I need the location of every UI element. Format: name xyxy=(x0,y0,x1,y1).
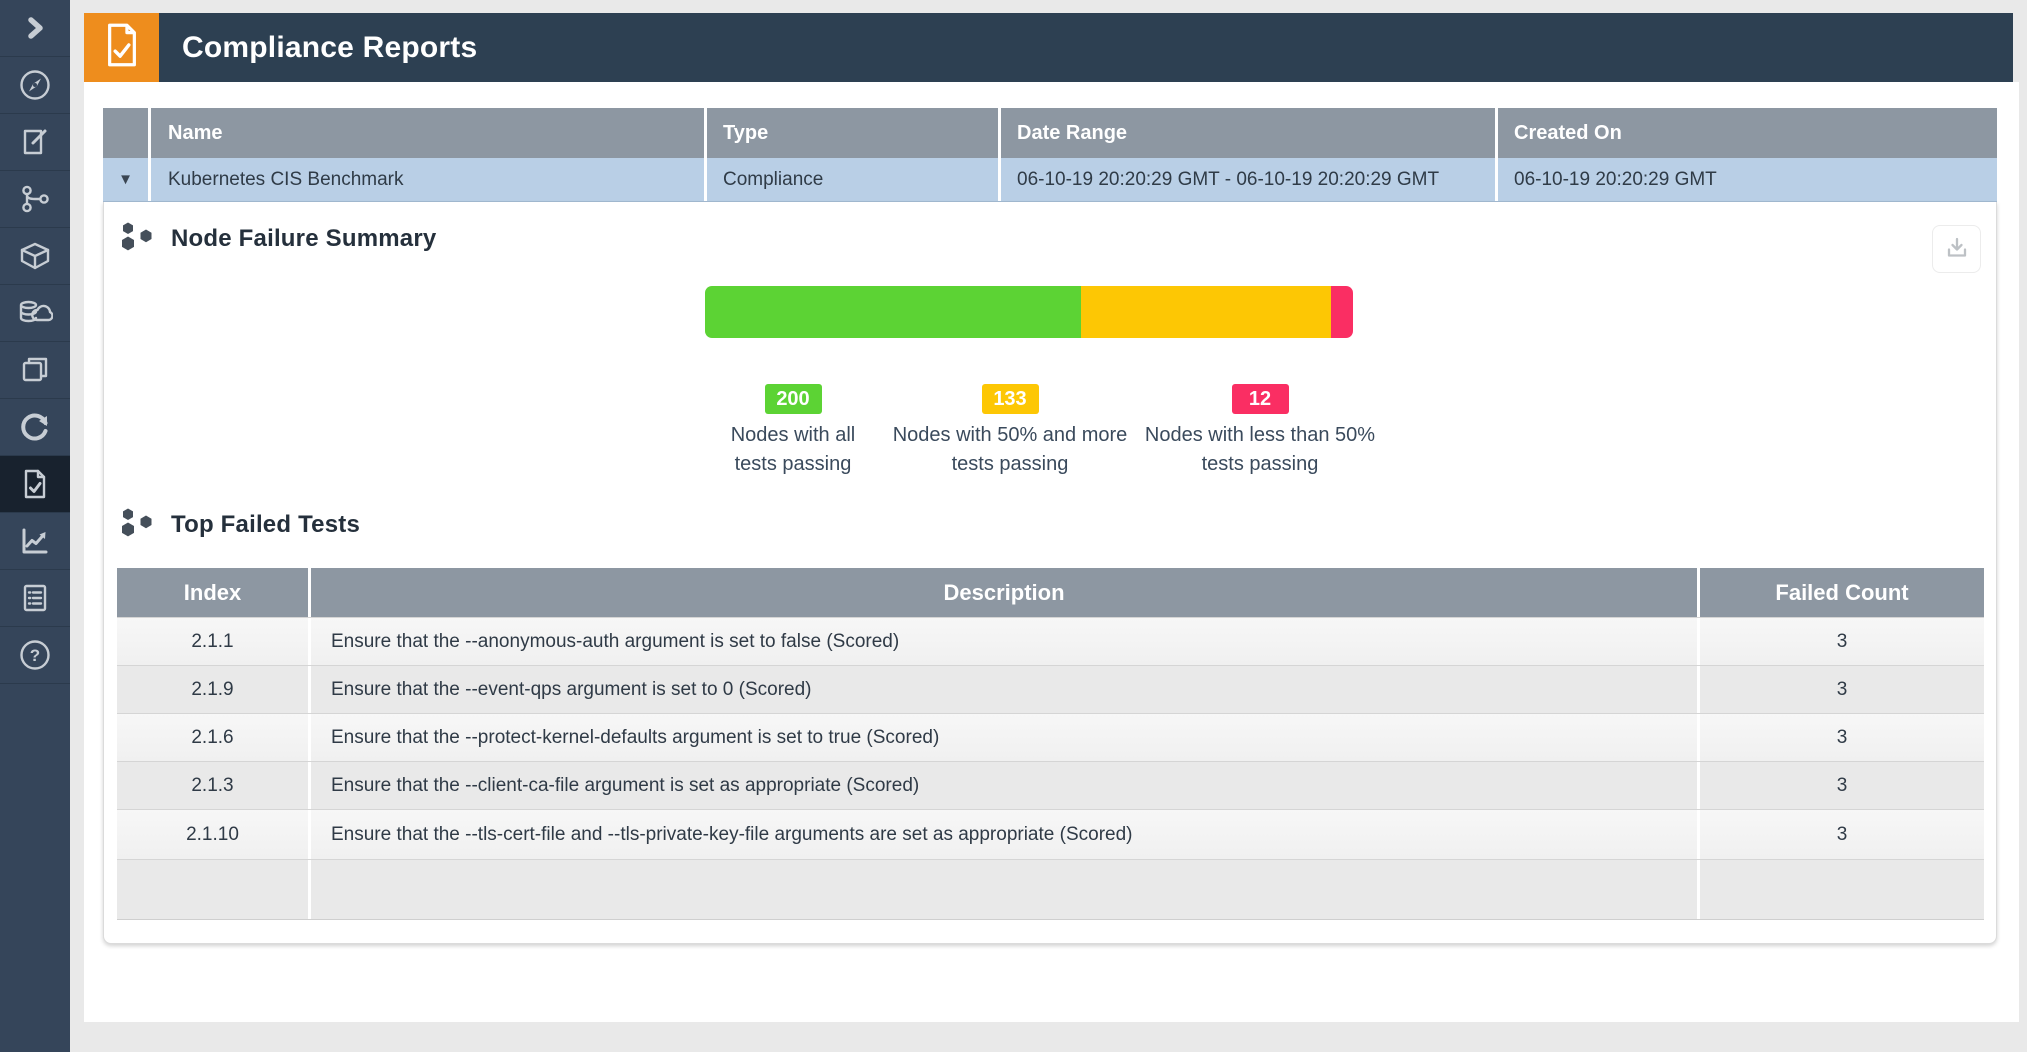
tft-col-index: Index xyxy=(117,568,311,617)
compliance-header-icon-block xyxy=(84,13,159,82)
document-list-icon xyxy=(18,581,52,615)
sidebar-item-topology[interactable] xyxy=(0,171,70,228)
report-row-date-range: 06-10-19 20:20:29 GMT - 06-10-19 20:20:2… xyxy=(1001,158,1498,201)
cube-icon xyxy=(17,239,53,273)
collapse-triangle-icon: ▼ xyxy=(118,171,133,188)
cloud-storage-icon xyxy=(17,296,53,330)
page-header: Compliance Reports xyxy=(84,13,2013,82)
report-row-created-on: 06-10-19 20:20:29 GMT xyxy=(1498,158,1997,201)
tft-cell-description xyxy=(311,860,1700,919)
tft-cell-description: Ensure that the --anonymous-auth argumen… xyxy=(311,618,1700,665)
tft-cell-failed-count: 3 xyxy=(1700,618,1984,665)
sidebar-item-metrics[interactable] xyxy=(0,513,70,570)
report-row-type: Compliance xyxy=(707,158,1001,201)
report-table: Name Type Date Range Created On ▼ Kubern… xyxy=(103,108,1997,202)
report-row-name: Kubernetes CIS Benchmark xyxy=(151,158,707,201)
legend-item-passing: 200 Nodes with all tests passing xyxy=(708,384,878,479)
sidebar-item-activity[interactable] xyxy=(0,399,70,456)
report-col-expander xyxy=(103,108,151,158)
help-icon: ? xyxy=(18,638,52,672)
tft-cell-description: Ensure that the --event-qps argument is … xyxy=(311,666,1700,713)
tft-cell-index: 2.1.10 xyxy=(117,810,311,859)
chevron-right-icon xyxy=(19,12,51,44)
tft-cell-failed-count: 3 xyxy=(1700,762,1984,809)
node-failure-stacked-bar xyxy=(705,286,1353,338)
download-button[interactable] xyxy=(1932,225,1981,273)
tft-col-description: Description xyxy=(311,568,1700,617)
section-title: Top Failed Tests xyxy=(171,511,360,539)
tft-cell-index: 2.1.6 xyxy=(117,714,311,761)
legend-count-badge: 200 xyxy=(765,384,822,414)
bar-segment-failing xyxy=(1331,286,1353,338)
bar-segment-passing xyxy=(705,286,1081,338)
tft-table-header: Index Description Failed Count xyxy=(117,568,1984,617)
page-title: Compliance Reports xyxy=(159,13,477,82)
chart-line-icon xyxy=(18,524,52,558)
table-row[interactable]: 2.1.3 Ensure that the --client-ca-file a… xyxy=(117,761,1984,809)
tft-cell-description: Ensure that the --tls-cert-file and --tl… xyxy=(311,810,1700,859)
report-col-name: Name xyxy=(151,108,707,158)
tft-cell-description: Ensure that the --protect-kernel-default… xyxy=(311,714,1700,761)
table-row[interactable]: 2.1.9 Ensure that the --event-qps argume… xyxy=(117,665,1984,713)
refresh-icon xyxy=(18,410,52,444)
legend-label: Nodes with less than 50% tests passing xyxy=(1137,421,1383,479)
tft-cell-index xyxy=(117,860,311,919)
top-failed-tests-header: Top Failed Tests xyxy=(118,505,360,545)
node-failure-summary-header: Node Failure Summary xyxy=(118,219,436,259)
table-row-empty xyxy=(117,859,1984,920)
tft-cell-description: Ensure that the --client-ca-file argumen… xyxy=(311,762,1700,809)
sidebar-item-compliance[interactable] xyxy=(0,456,70,513)
sidebar-item-images[interactable] xyxy=(0,228,70,285)
document-check-icon xyxy=(18,467,52,501)
hexagon-cluster-icon xyxy=(118,505,171,545)
compass-icon xyxy=(18,68,52,102)
sidebar: ? xyxy=(0,0,70,1052)
legend-label: Nodes with all tests passing xyxy=(708,421,878,479)
tft-cell-index: 2.1.9 xyxy=(117,666,311,713)
table-row[interactable]: 2.1.10 Ensure that the --tls-cert-file a… xyxy=(117,809,1984,859)
sidebar-item-help[interactable]: ? xyxy=(0,627,70,684)
tft-cell-index: 2.1.3 xyxy=(117,762,311,809)
sidebar-item-explore[interactable] xyxy=(0,57,70,114)
layers-icon xyxy=(18,353,52,387)
report-col-type: Type xyxy=(707,108,1001,158)
legend-label: Nodes with 50% and more tests passing xyxy=(879,421,1141,479)
tft-cell-failed-count: 3 xyxy=(1700,810,1984,859)
legend-item-half-passing: 133 Nodes with 50% and more tests passin… xyxy=(879,384,1141,479)
legend-count-badge: 133 xyxy=(982,384,1039,414)
top-failed-tests-table: Index Description Failed Count 2.1.1 Ens… xyxy=(117,568,1984,920)
tft-cell-index: 2.1.1 xyxy=(117,618,311,665)
document-check-icon xyxy=(101,21,143,74)
sidebar-item-expand[interactable] xyxy=(0,0,70,57)
tft-col-failed-count: Failed Count xyxy=(1700,568,1984,617)
sidebar-item-reports[interactable] xyxy=(0,570,70,627)
report-row[interactable]: ▼ Kubernetes CIS Benchmark Compliance 06… xyxy=(103,158,1997,202)
download-icon xyxy=(1945,236,1969,263)
tft-cell-failed-count: 3 xyxy=(1700,714,1984,761)
tft-cell-failed-count: 3 xyxy=(1700,666,1984,713)
report-col-date-range: Date Range xyxy=(1001,108,1498,158)
report-col-created-on: Created On xyxy=(1498,108,1997,158)
app-root: ? Compliance Reports Name Type Date Rang… xyxy=(0,0,2027,1052)
topology-icon xyxy=(18,182,52,216)
report-row-expander[interactable]: ▼ xyxy=(103,158,151,201)
report-detail-card: Node Failure Summary 200 Nodes with all … xyxy=(103,202,1997,944)
document-edit-icon xyxy=(18,125,52,159)
table-row[interactable]: 2.1.1 Ensure that the --anonymous-auth a… xyxy=(117,617,1984,665)
report-table-header: Name Type Date Range Created On xyxy=(103,108,1997,158)
section-title: Node Failure Summary xyxy=(171,225,436,253)
legend-item-failing: 12 Nodes with less than 50% tests passin… xyxy=(1137,384,1383,479)
sidebar-item-policies[interactable] xyxy=(0,114,70,171)
sidebar-item-registry[interactable] xyxy=(0,285,70,342)
hexagon-cluster-icon xyxy=(118,219,171,259)
legend-count-badge: 12 xyxy=(1232,384,1289,414)
sidebar-item-containers[interactable] xyxy=(0,342,70,399)
svg-text:?: ? xyxy=(30,646,40,665)
table-row[interactable]: 2.1.6 Ensure that the --protect-kernel-d… xyxy=(117,713,1984,761)
tft-cell-failed-count xyxy=(1700,860,1984,919)
bar-segment-half-passing xyxy=(1081,286,1331,338)
